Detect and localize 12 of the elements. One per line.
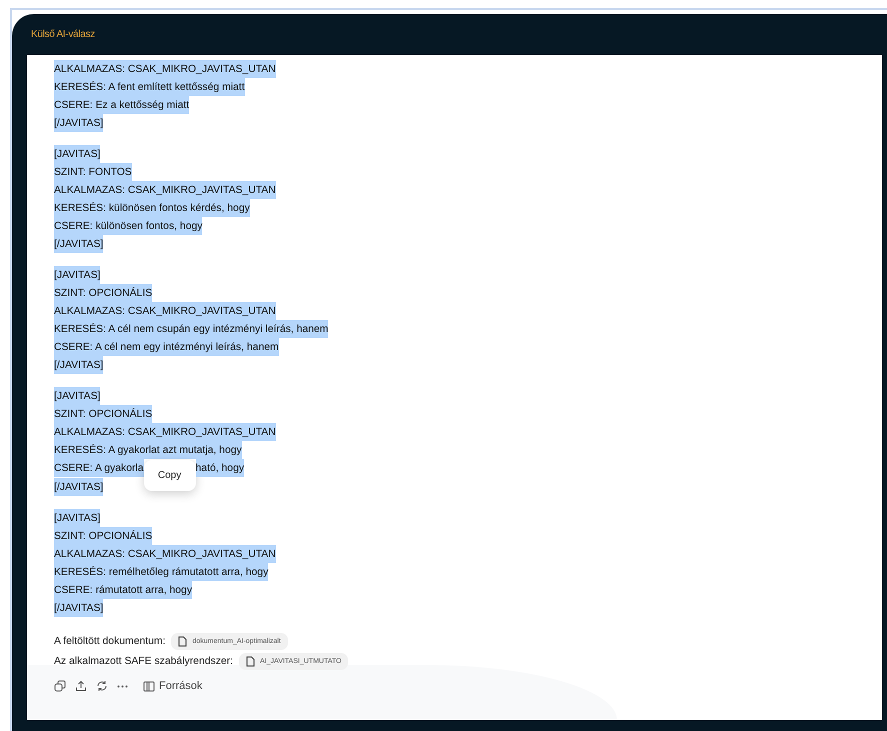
refresh-icon[interactable]	[96, 680, 108, 692]
copy-icon[interactable]	[54, 680, 66, 692]
attachment-label: Az alkalmazott SAFE szabályrendszer:	[54, 656, 234, 667]
file-icon	[178, 636, 188, 647]
window-title: Külső AI-válasz	[31, 29, 95, 40]
book-icon	[143, 680, 155, 692]
more-icon[interactable]	[117, 684, 128, 688]
file-icon	[246, 656, 256, 667]
attachment-label: A feltöltött dokumentum:	[54, 636, 166, 647]
copy-popup[interactable]: Copy	[144, 460, 196, 491]
sources-button[interactable]: Források	[137, 680, 202, 692]
share-icon[interactable]	[75, 680, 87, 692]
